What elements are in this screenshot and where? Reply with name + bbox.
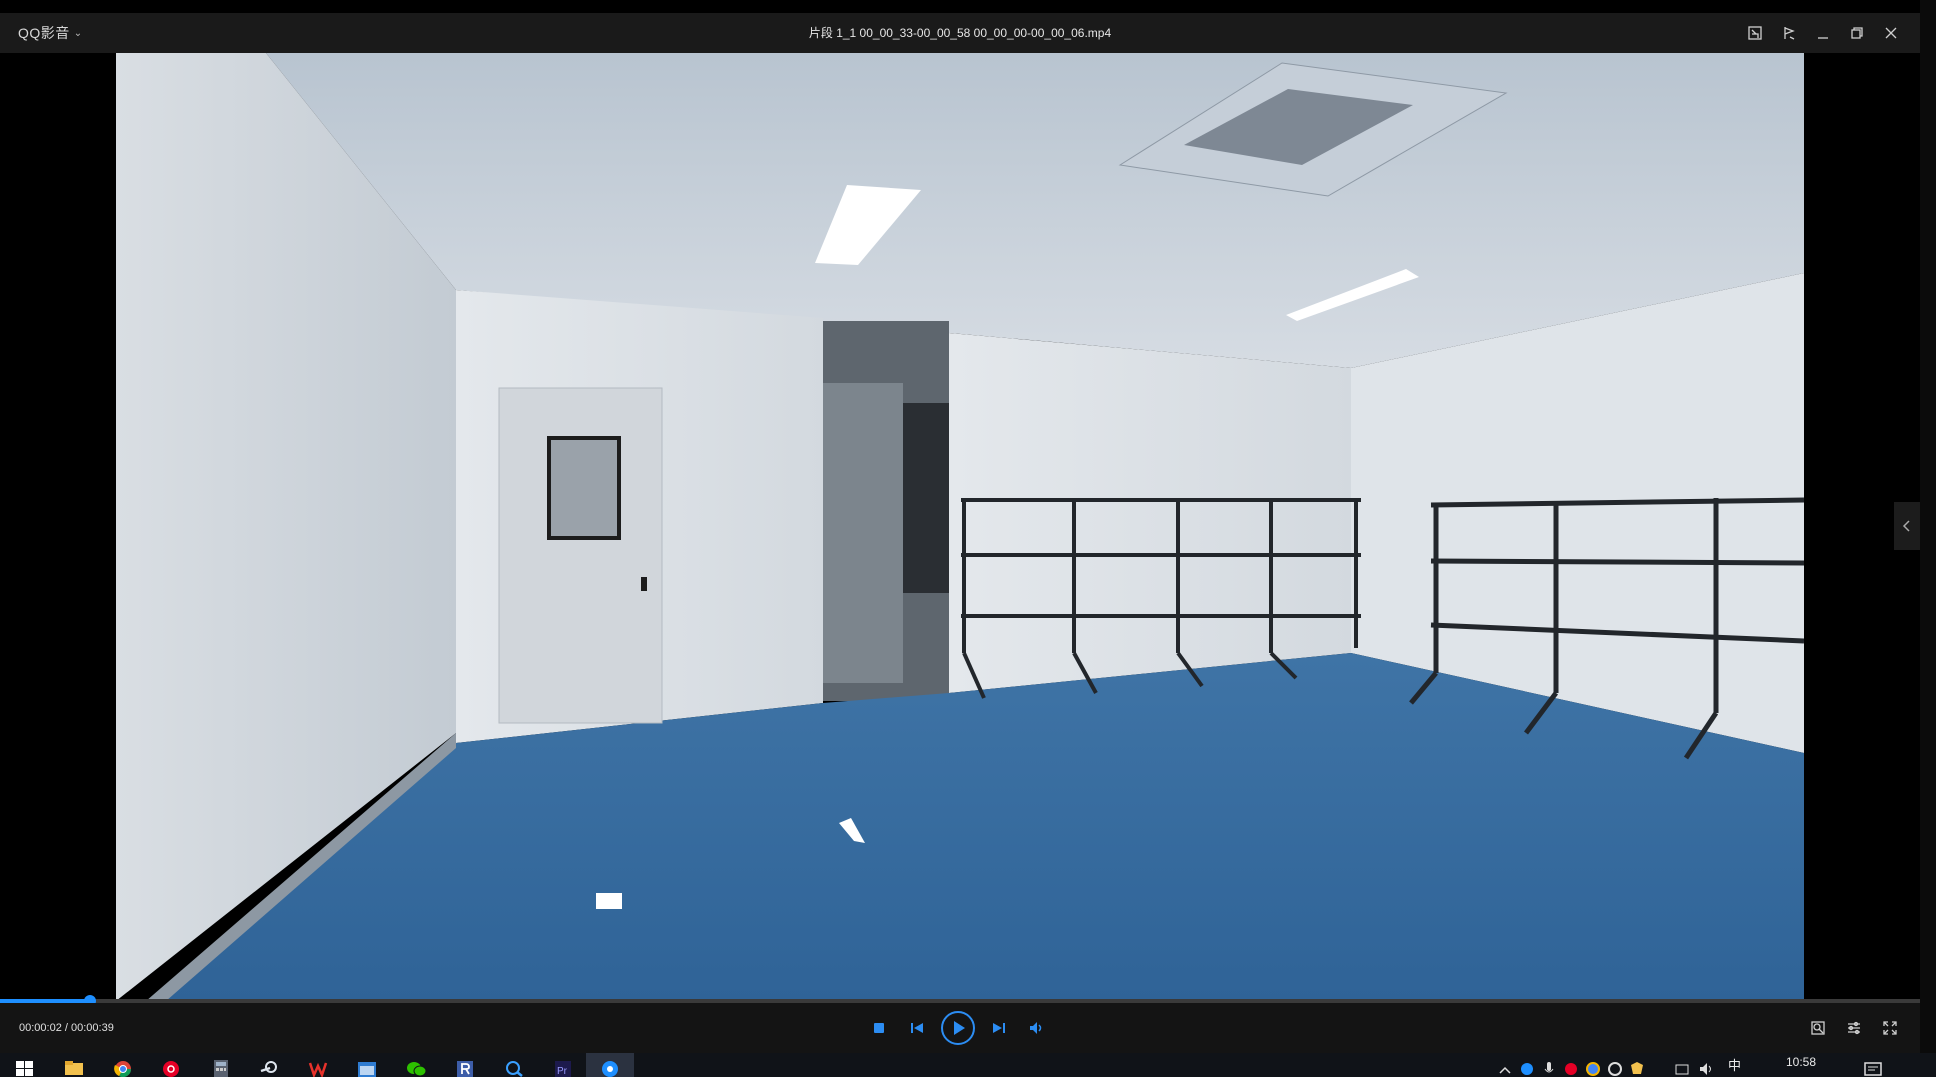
chevron-left-icon xyxy=(1902,520,1910,532)
input-method-indicator[interactable]: 中 xyxy=(1728,1055,1741,1074)
view-controls xyxy=(1800,1003,1908,1053)
fullscreen-button[interactable] xyxy=(1872,1010,1908,1046)
tray-volume-icon[interactable] xyxy=(1696,1057,1718,1077)
play-icon xyxy=(941,1011,975,1045)
window-top-strip xyxy=(0,0,1920,13)
restore-icon xyxy=(1851,27,1863,39)
speaker-icon xyxy=(1030,1022,1042,1034)
previous-button[interactable] xyxy=(898,1009,936,1047)
playback-timecode: 00:00:02 / 00:00:39 xyxy=(19,1022,114,1034)
door-window xyxy=(547,436,621,540)
app-brand-label: QQ影音 xyxy=(18,25,70,41)
wps-icon[interactable] xyxy=(307,1057,329,1077)
tray-chrome-icon[interactable] xyxy=(1582,1057,1604,1077)
tray-qq-player-icon[interactable] xyxy=(1516,1057,1538,1077)
video-scene xyxy=(116,53,1804,1001)
playlist-toggle-button[interactable] xyxy=(1894,502,1920,550)
tray-expand-icon[interactable] xyxy=(1494,1057,1516,1077)
chevron-down-icon: ⌄ xyxy=(73,27,83,39)
pin-icon xyxy=(1784,27,1795,40)
video-frame[interactable] xyxy=(116,53,1804,1001)
control-bar: 00:00:02 / 00:00:39 xyxy=(0,1003,1920,1053)
svg-text:Pr: Pr xyxy=(557,1066,568,1077)
sliders-icon xyxy=(1848,1021,1860,1035)
title-bar: QQ影音 ⌄ 片段 1_1 00_00_33-00_00_58 00_00_00… xyxy=(0,13,1920,53)
fullscreen-icon xyxy=(1883,1021,1897,1035)
volume-button[interactable] xyxy=(1018,1009,1056,1047)
close-button[interactable] xyxy=(1874,16,1908,50)
notification-center-icon[interactable] xyxy=(1862,1057,1884,1077)
premiere-pro-icon[interactable]: Pr xyxy=(552,1057,574,1077)
playback-controls xyxy=(860,1003,1056,1053)
windows-taskbar: Pr 中 10:58 xyxy=(0,1053,1936,1077)
minimize-button[interactable] xyxy=(1806,16,1840,50)
calendar-app-icon[interactable] xyxy=(356,1057,378,1077)
minimize-icon xyxy=(1818,37,1828,39)
play-button[interactable] xyxy=(938,1008,978,1048)
back-wall-right xyxy=(949,333,1351,693)
pin-on-top-button[interactable] xyxy=(1772,16,1806,50)
tray-security-icon[interactable] xyxy=(1626,1057,1648,1077)
video-filename: 片段 1_1 00_00_33-00_00_58 00_00_00-00_00_… xyxy=(808,26,1112,40)
restore-button[interactable] xyxy=(1840,16,1874,50)
skip-back-icon xyxy=(911,1023,923,1033)
app-menu-button[interactable]: QQ影音 ⌄ xyxy=(18,13,83,53)
chrome-icon[interactable] xyxy=(112,1057,134,1077)
settings-button[interactable] xyxy=(1836,1010,1872,1046)
tray-steam-icon[interactable] xyxy=(1604,1057,1626,1077)
tray-network-icon[interactable] xyxy=(1672,1057,1694,1077)
skip-forward-icon xyxy=(993,1023,1005,1033)
mini-mode-icon xyxy=(1748,26,1762,40)
close-icon xyxy=(1885,27,1897,39)
screenshot-button[interactable] xyxy=(1800,1010,1836,1046)
window-controls xyxy=(1738,13,1908,53)
steam-icon[interactable] xyxy=(258,1057,280,1077)
taskbar-clock[interactable]: 10:58 xyxy=(1786,1055,1816,1069)
file-explorer-icon[interactable] xyxy=(63,1057,85,1077)
search-tool-icon[interactable] xyxy=(503,1057,525,1077)
screenshot-icon xyxy=(1811,1021,1825,1035)
revit-icon[interactable] xyxy=(454,1057,476,1077)
tray-microphone-icon[interactable] xyxy=(1538,1057,1560,1077)
stop-button[interactable] xyxy=(860,1009,898,1047)
windows-start-icon[interactable] xyxy=(14,1057,36,1077)
netease-music-icon[interactable] xyxy=(160,1057,182,1077)
wechat-icon[interactable] xyxy=(405,1057,427,1077)
qq-player-window: QQ影音 ⌄ 片段 1_1 00_00_33-00_00_58 00_00_00… xyxy=(0,0,1920,1077)
qq-player-taskbar-icon[interactable] xyxy=(599,1057,621,1077)
mini-mode-button[interactable] xyxy=(1738,16,1772,50)
calculator-icon[interactable] xyxy=(210,1057,232,1077)
tray-netease-icon[interactable] xyxy=(1560,1057,1582,1077)
desktop-edge xyxy=(1920,0,1936,1077)
next-button[interactable] xyxy=(980,1009,1018,1047)
stop-icon xyxy=(874,1023,884,1033)
